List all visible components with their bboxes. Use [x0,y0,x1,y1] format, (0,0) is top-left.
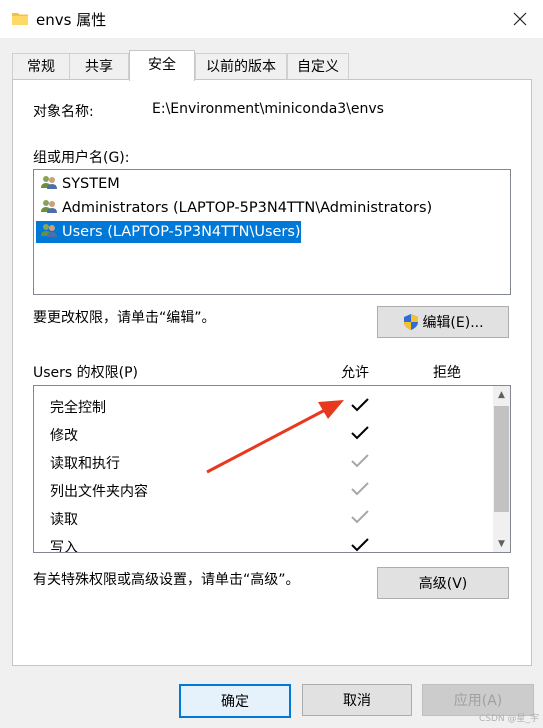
watermark: CSDN @星_宇 [478,714,539,724]
ok-button[interactable]: 确定 [179,684,291,718]
annotation-arrow [206,400,344,474]
tab-security[interactable]: 安全 [129,50,195,81]
cancel-button[interactable]: 取消 [302,684,412,716]
